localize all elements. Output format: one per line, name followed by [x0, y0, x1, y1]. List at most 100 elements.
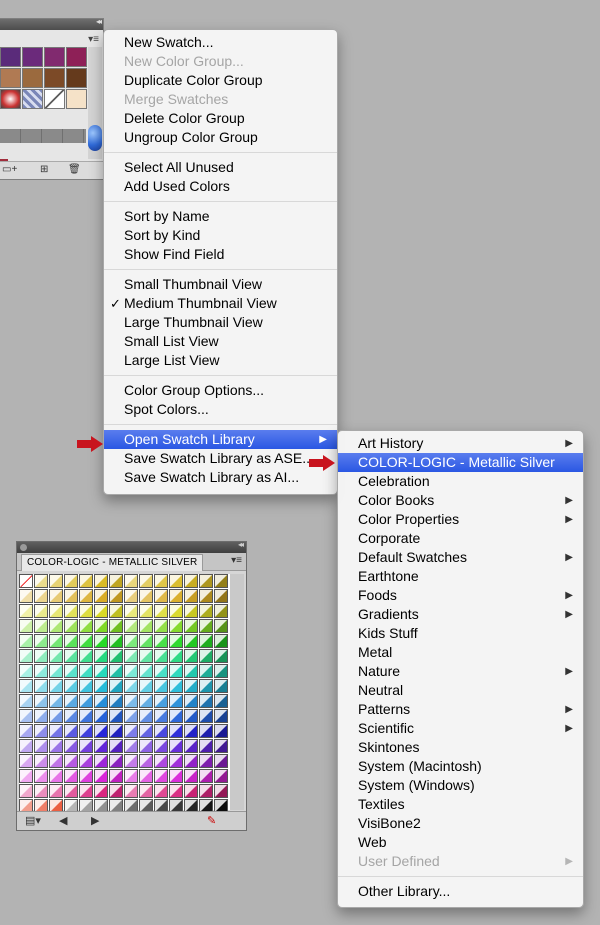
swatch[interactable] [34, 679, 48, 693]
swatch[interactable] [154, 649, 168, 663]
swatch[interactable] [64, 739, 78, 753]
swatch[interactable] [124, 709, 138, 723]
menu-item-color-properties[interactable]: Color Properties ▶ [338, 510, 583, 529]
swatch[interactable] [19, 709, 33, 723]
swatch[interactable] [184, 649, 198, 663]
swatch[interactable] [94, 724, 108, 738]
swatch[interactable] [199, 589, 213, 603]
swatch[interactable] [154, 619, 168, 633]
swatch[interactable] [19, 649, 33, 663]
swatch[interactable] [19, 754, 33, 768]
swatch[interactable] [19, 634, 33, 648]
swatch[interactable] [124, 724, 138, 738]
swatch[interactable] [214, 619, 228, 633]
swatch[interactable] [169, 724, 183, 738]
swatch[interactable] [199, 754, 213, 768]
menu-item-new-swatch[interactable]: New Swatch... [104, 33, 337, 52]
menu-item-web[interactable]: Web [338, 833, 583, 852]
swatch[interactable] [34, 574, 48, 588]
swatch[interactable] [184, 694, 198, 708]
swatch[interactable] [169, 634, 183, 648]
swatch[interactable] [184, 634, 198, 648]
swatch[interactable] [49, 754, 63, 768]
menu-item-system-macintosh[interactable]: System (Macintosh) [338, 757, 583, 776]
swatch[interactable] [139, 664, 153, 678]
swatch[interactable] [109, 619, 123, 633]
swatch[interactable] [154, 589, 168, 603]
menu-item-delete-color-group[interactable]: Delete Color Group [104, 109, 337, 128]
swatch[interactable] [169, 649, 183, 663]
swatch[interactable] [154, 709, 168, 723]
swatch[interactable] [184, 679, 198, 693]
swatch[interactable] [169, 664, 183, 678]
swatch[interactable] [169, 754, 183, 768]
swatch[interactable] [64, 604, 78, 618]
menu-item-system-windows[interactable]: System (Windows) [338, 776, 583, 795]
swatch[interactable] [79, 679, 93, 693]
swatch[interactable] [154, 784, 168, 798]
menu-item-add-used-colors[interactable]: Add Used Colors [104, 177, 337, 196]
swatch[interactable] [79, 634, 93, 648]
swatch[interactable] [169, 694, 183, 708]
swatch[interactable] [109, 724, 123, 738]
swatch[interactable] [49, 574, 63, 588]
swatch[interactable] [109, 739, 123, 753]
swatch[interactable] [214, 694, 228, 708]
swatch[interactable] [124, 619, 138, 633]
menu-item-neutral[interactable]: Neutral [338, 681, 583, 700]
swatch[interactable] [19, 574, 33, 588]
scrollbar[interactable] [88, 47, 102, 159]
menu-item-large-list-view[interactable]: Large List View [104, 351, 337, 370]
swatch[interactable] [109, 679, 123, 693]
swatch[interactable] [184, 754, 198, 768]
menu-item-sort-by-kind[interactable]: Sort by Kind [104, 226, 337, 245]
swatch[interactable] [139, 754, 153, 768]
menu-item-show-find-field[interactable]: Show Find Field [104, 245, 337, 264]
swatch[interactable] [124, 589, 138, 603]
menu-item-corporate[interactable]: Corporate [338, 529, 583, 548]
swatch[interactable] [214, 709, 228, 723]
menu-item-save-swatch-library-as-ase[interactable]: Save Swatch Library as ASE... [104, 449, 337, 468]
swatch[interactable] [79, 574, 93, 588]
swatch[interactable] [199, 724, 213, 738]
swatch[interactable] [34, 724, 48, 738]
trash-icon[interactable]: 🗑 [68, 164, 81, 175]
swatch[interactable] [139, 574, 153, 588]
collapse-icon[interactable]: ◂◂ [96, 17, 102, 26]
swatch[interactable] [154, 754, 168, 768]
swatch[interactable] [139, 634, 153, 648]
swatch[interactable] [154, 679, 168, 693]
menu-item-small-thumbnail-view[interactable]: Small Thumbnail View [104, 275, 337, 294]
menu-item-foods[interactable]: Foods ▶ [338, 586, 583, 605]
swatch[interactable] [184, 604, 198, 618]
swatch[interactable] [19, 679, 33, 693]
swatch[interactable] [66, 89, 87, 109]
swatch[interactable] [64, 574, 78, 588]
swatch[interactable] [154, 574, 168, 588]
swatch[interactable] [184, 784, 198, 798]
swatch[interactable] [94, 709, 108, 723]
next-library-icon[interactable]: ▶ [91, 814, 99, 827]
swatch[interactable] [124, 769, 138, 783]
swatch[interactable] [154, 769, 168, 783]
swatch[interactable] [109, 784, 123, 798]
swatch[interactable] [214, 679, 228, 693]
swatch[interactable] [34, 784, 48, 798]
swatch[interactable] [199, 769, 213, 783]
swatch[interactable] [199, 634, 213, 648]
swatch[interactable] [64, 724, 78, 738]
swatch[interactable] [214, 649, 228, 663]
swatch[interactable] [64, 664, 78, 678]
swatch[interactable] [199, 679, 213, 693]
swatch[interactable] [0, 89, 21, 109]
swatch[interactable] [79, 589, 93, 603]
swatch[interactable] [19, 604, 33, 618]
swatch[interactable] [124, 604, 138, 618]
swatch[interactable] [49, 739, 63, 753]
swatch[interactable] [214, 769, 228, 783]
swatch[interactable] [49, 679, 63, 693]
swatch[interactable] [124, 649, 138, 663]
swatch[interactable] [199, 709, 213, 723]
menu-item-other-library[interactable]: Other Library... [338, 882, 583, 901]
menu-item-patterns[interactable]: Patterns ▶ [338, 700, 583, 719]
